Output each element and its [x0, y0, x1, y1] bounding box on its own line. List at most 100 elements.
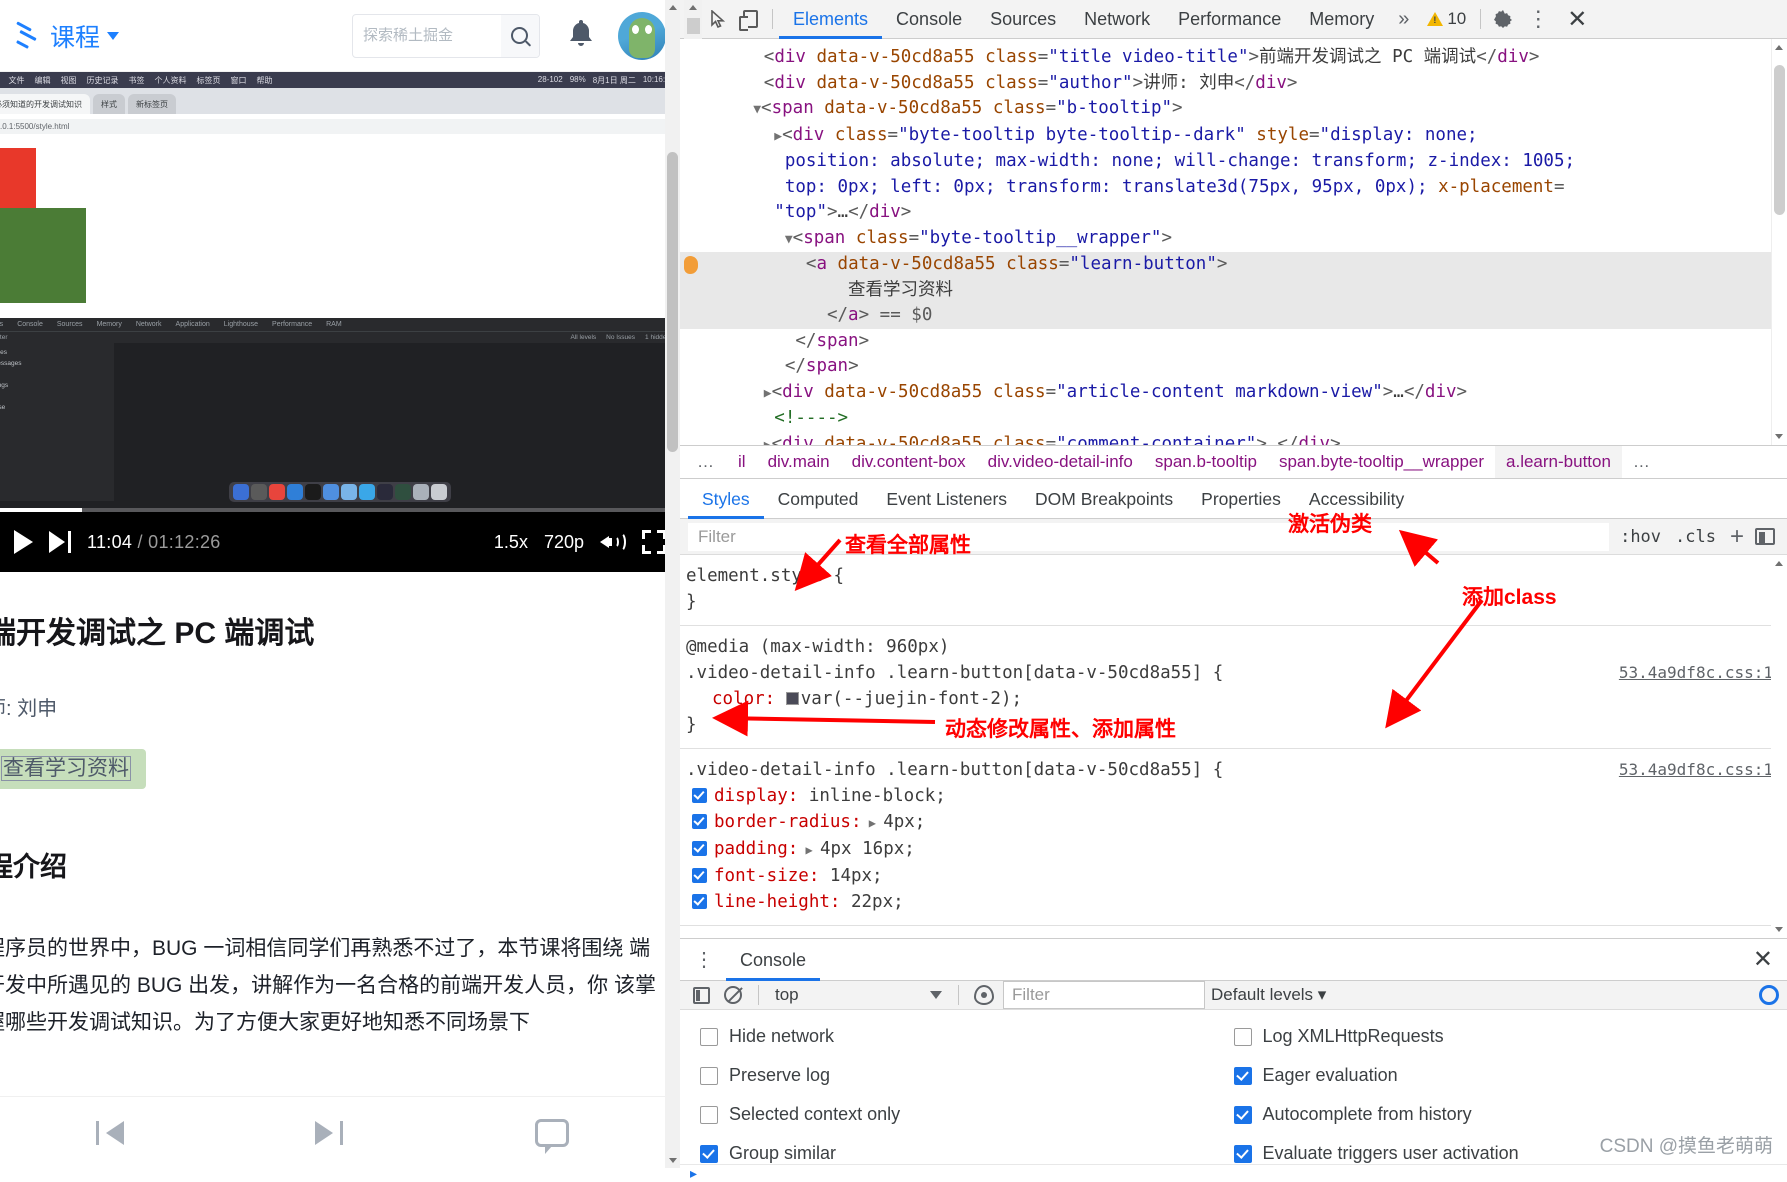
dom-scrollbar-thumb[interactable]	[1774, 65, 1785, 215]
dom-tree[interactable]: <div data-v-50cd8a55 class="title video-…	[680, 39, 1787, 445]
clear-console-icon[interactable]	[720, 982, 746, 1008]
property-value[interactable]: var(--juejin-font-2);	[801, 689, 1022, 709]
dom-node-row[interactable]: <a data-v-50cd8a55 class="learn-button">	[680, 252, 1787, 278]
dom-node-row[interactable]: </span>	[680, 354, 1787, 380]
console-setting-checkbox[interactable]	[700, 1027, 718, 1046]
console-setting-row[interactable]: Log XMLHttpRequests	[1233, 1026, 1768, 1047]
expand-triangle-icon[interactable]: ▶	[862, 816, 884, 830]
dom-node-row[interactable]: <!---->	[680, 406, 1787, 432]
console-setting-checkbox[interactable]	[1233, 1105, 1252, 1124]
styles-scrollbar[interactable]	[1771, 555, 1787, 938]
console-log-levels-select[interactable]: Default levels ▾	[1211, 985, 1326, 1005]
breadcrumb-item[interactable]: span.byte-tooltip__wrapper	[1268, 446, 1495, 478]
device-toolbar-icon[interactable]	[734, 4, 766, 34]
collapse-triangle-icon[interactable]: ▼	[785, 232, 793, 247]
console-setting-row[interactable]: Autocomplete from history	[1233, 1104, 1768, 1125]
tab-performance[interactable]: Performance	[1164, 0, 1295, 39]
property-value[interactable]: 14px;	[830, 866, 883, 886]
property-enable-checkbox[interactable]	[692, 841, 707, 856]
color-swatch[interactable]	[785, 692, 799, 705]
style-property[interactable]: color: var(--juejin-font-2);	[686, 686, 1775, 712]
console-filter-input[interactable]	[1003, 981, 1205, 1009]
dom-node-row[interactable]: 查看学习资料	[680, 277, 1787, 303]
style-property[interactable]: display: inline-block;	[686, 783, 1775, 809]
breadcrumb-item[interactable]: a.learn-button	[1495, 446, 1622, 478]
style-property[interactable]: font-size: 14px;	[686, 863, 1775, 889]
search-button[interactable]	[500, 14, 539, 57]
style-property[interactable]: border-radius: ▶ 4px;	[686, 809, 1775, 836]
learn-button[interactable]: 查看学习资料	[0, 749, 146, 789]
dom-node-row[interactable]: </span>	[680, 329, 1787, 355]
styles-pane[interactable]: element.style {} 53.4a9df8c.css:1 @media (…	[680, 555, 1787, 938]
console-context-select[interactable]: top	[771, 985, 946, 1005]
dom-node-row[interactable]: ▼<span class="byte-tooltip__wrapper">	[680, 226, 1787, 253]
breadcrumb-overflow[interactable]: …	[686, 446, 727, 478]
inspect-cursor-icon[interactable]	[702, 4, 734, 34]
prev-lesson-button[interactable]	[95, 1119, 124, 1147]
drawer-tab-console[interactable]: Console	[726, 939, 821, 981]
dom-node-row[interactable]: position: absolute; max-width: none; wil…	[680, 149, 1787, 175]
breadcrumb-item[interactable]: il	[727, 446, 757, 478]
expand-triangle-icon[interactable]: ▶	[764, 386, 772, 401]
style-source-link[interactable]: 53.4a9df8c.css:1	[1619, 757, 1773, 783]
search-box[interactable]	[352, 13, 540, 58]
breadcrumb[interactable]: … il div.main div.content-box div.video-deta…	[680, 445, 1787, 479]
breakpoint-dot-icon[interactable]	[684, 256, 698, 274]
dom-node-row[interactable]: "top">…</div>	[680, 200, 1787, 226]
juejin-logo-icon[interactable]	[14, 20, 40, 51]
console-setting-row[interactable]: Preserve log	[700, 1065, 1234, 1086]
close-icon[interactable]: ✕	[1557, 5, 1597, 34]
quality-button[interactable]: 720p	[544, 532, 584, 553]
comment-icon[interactable]	[535, 1118, 570, 1154]
volume-icon[interactable]	[600, 531, 626, 553]
drawer-close-icon[interactable]: ✕	[1739, 945, 1787, 974]
tab-accessibility[interactable]: Accessibility	[1295, 479, 1418, 519]
style-source-link[interactable]: 53.4a9df8c.css:1	[1619, 660, 1773, 686]
hov-button[interactable]: :hov	[1613, 527, 1668, 547]
next-lesson-button[interactable]	[315, 1119, 344, 1147]
expand-triangle-icon[interactable]: ▶	[764, 438, 772, 446]
tab-memory[interactable]: Memory	[1295, 0, 1388, 39]
dom-scrollbar[interactable]	[1771, 39, 1787, 445]
property-value[interactable]: 4px 16px;	[820, 839, 915, 859]
user-avatar[interactable]	[618, 11, 666, 60]
gear-icon[interactable]	[1487, 4, 1519, 34]
tab-computed[interactable]: Computed	[764, 479, 873, 519]
style-property[interactable]: padding: ▶ 4px 16px;	[686, 836, 1775, 863]
property-value[interactable]: 22px;	[851, 892, 904, 912]
console-setting-row[interactable]: Group similar	[700, 1143, 1234, 1164]
collapse-triangle-icon[interactable]: ▼	[753, 102, 761, 117]
play-button[interactable]	[14, 530, 33, 554]
console-prompt[interactable]: ▸	[680, 1164, 1787, 1182]
search-input[interactable]	[353, 14, 501, 57]
style-selector[interactable]: .video-detail-info .learn-button[data-v-…	[686, 660, 1775, 686]
tab-elements[interactable]: Elements	[779, 0, 883, 39]
style-rule[interactable]: 53.4a9df8c.css:1 .video-detail-info .lear…	[680, 749, 1787, 926]
tab-sources[interactable]: Sources	[976, 0, 1070, 39]
next-episode-button[interactable]	[49, 531, 71, 553]
breadcrumb-item[interactable]: span.b-tooltip	[1144, 446, 1268, 478]
property-enable-checkbox[interactable]	[692, 868, 707, 883]
style-rule[interactable]: element.style {}	[680, 555, 1787, 626]
property-enable-checkbox[interactable]	[692, 814, 707, 829]
property-value[interactable]: 4px;	[883, 812, 925, 832]
scroll-down-arrow[interactable]	[665, 1153, 680, 1168]
expand-triangle-icon[interactable]: ▶	[798, 843, 820, 857]
dom-node-row[interactable]: </a> == $0	[680, 303, 1787, 329]
tab-console[interactable]: Console	[882, 0, 976, 39]
nav-courses[interactable]: 课程	[50, 18, 120, 54]
property-enable-checkbox[interactable]	[692, 894, 707, 909]
console-setting-checkbox[interactable]	[1233, 1066, 1252, 1085]
dom-node-row[interactable]: ▼<span data-v-50cd8a55 class="b-tooltip"…	[680, 96, 1787, 123]
cls-button[interactable]: .cls	[1668, 527, 1723, 547]
tab-properties[interactable]: Properties	[1187, 479, 1295, 519]
drawer-menu-icon[interactable]: ⋮	[690, 950, 726, 970]
console-sidebar-icon[interactable]	[688, 982, 714, 1008]
bell-icon[interactable]	[566, 17, 596, 54]
breadcrumb-item[interactable]: div.main	[757, 446, 841, 478]
dom-node-row[interactable]: <div data-v-50cd8a55 class="author">讲师: …	[680, 71, 1787, 97]
styles-filter-input[interactable]	[688, 522, 1610, 551]
breadcrumb-item[interactable]: div.content-box	[841, 446, 977, 478]
property-enable-checkbox[interactable]	[692, 788, 707, 803]
breadcrumb-overflow[interactable]: …	[1622, 446, 1663, 478]
